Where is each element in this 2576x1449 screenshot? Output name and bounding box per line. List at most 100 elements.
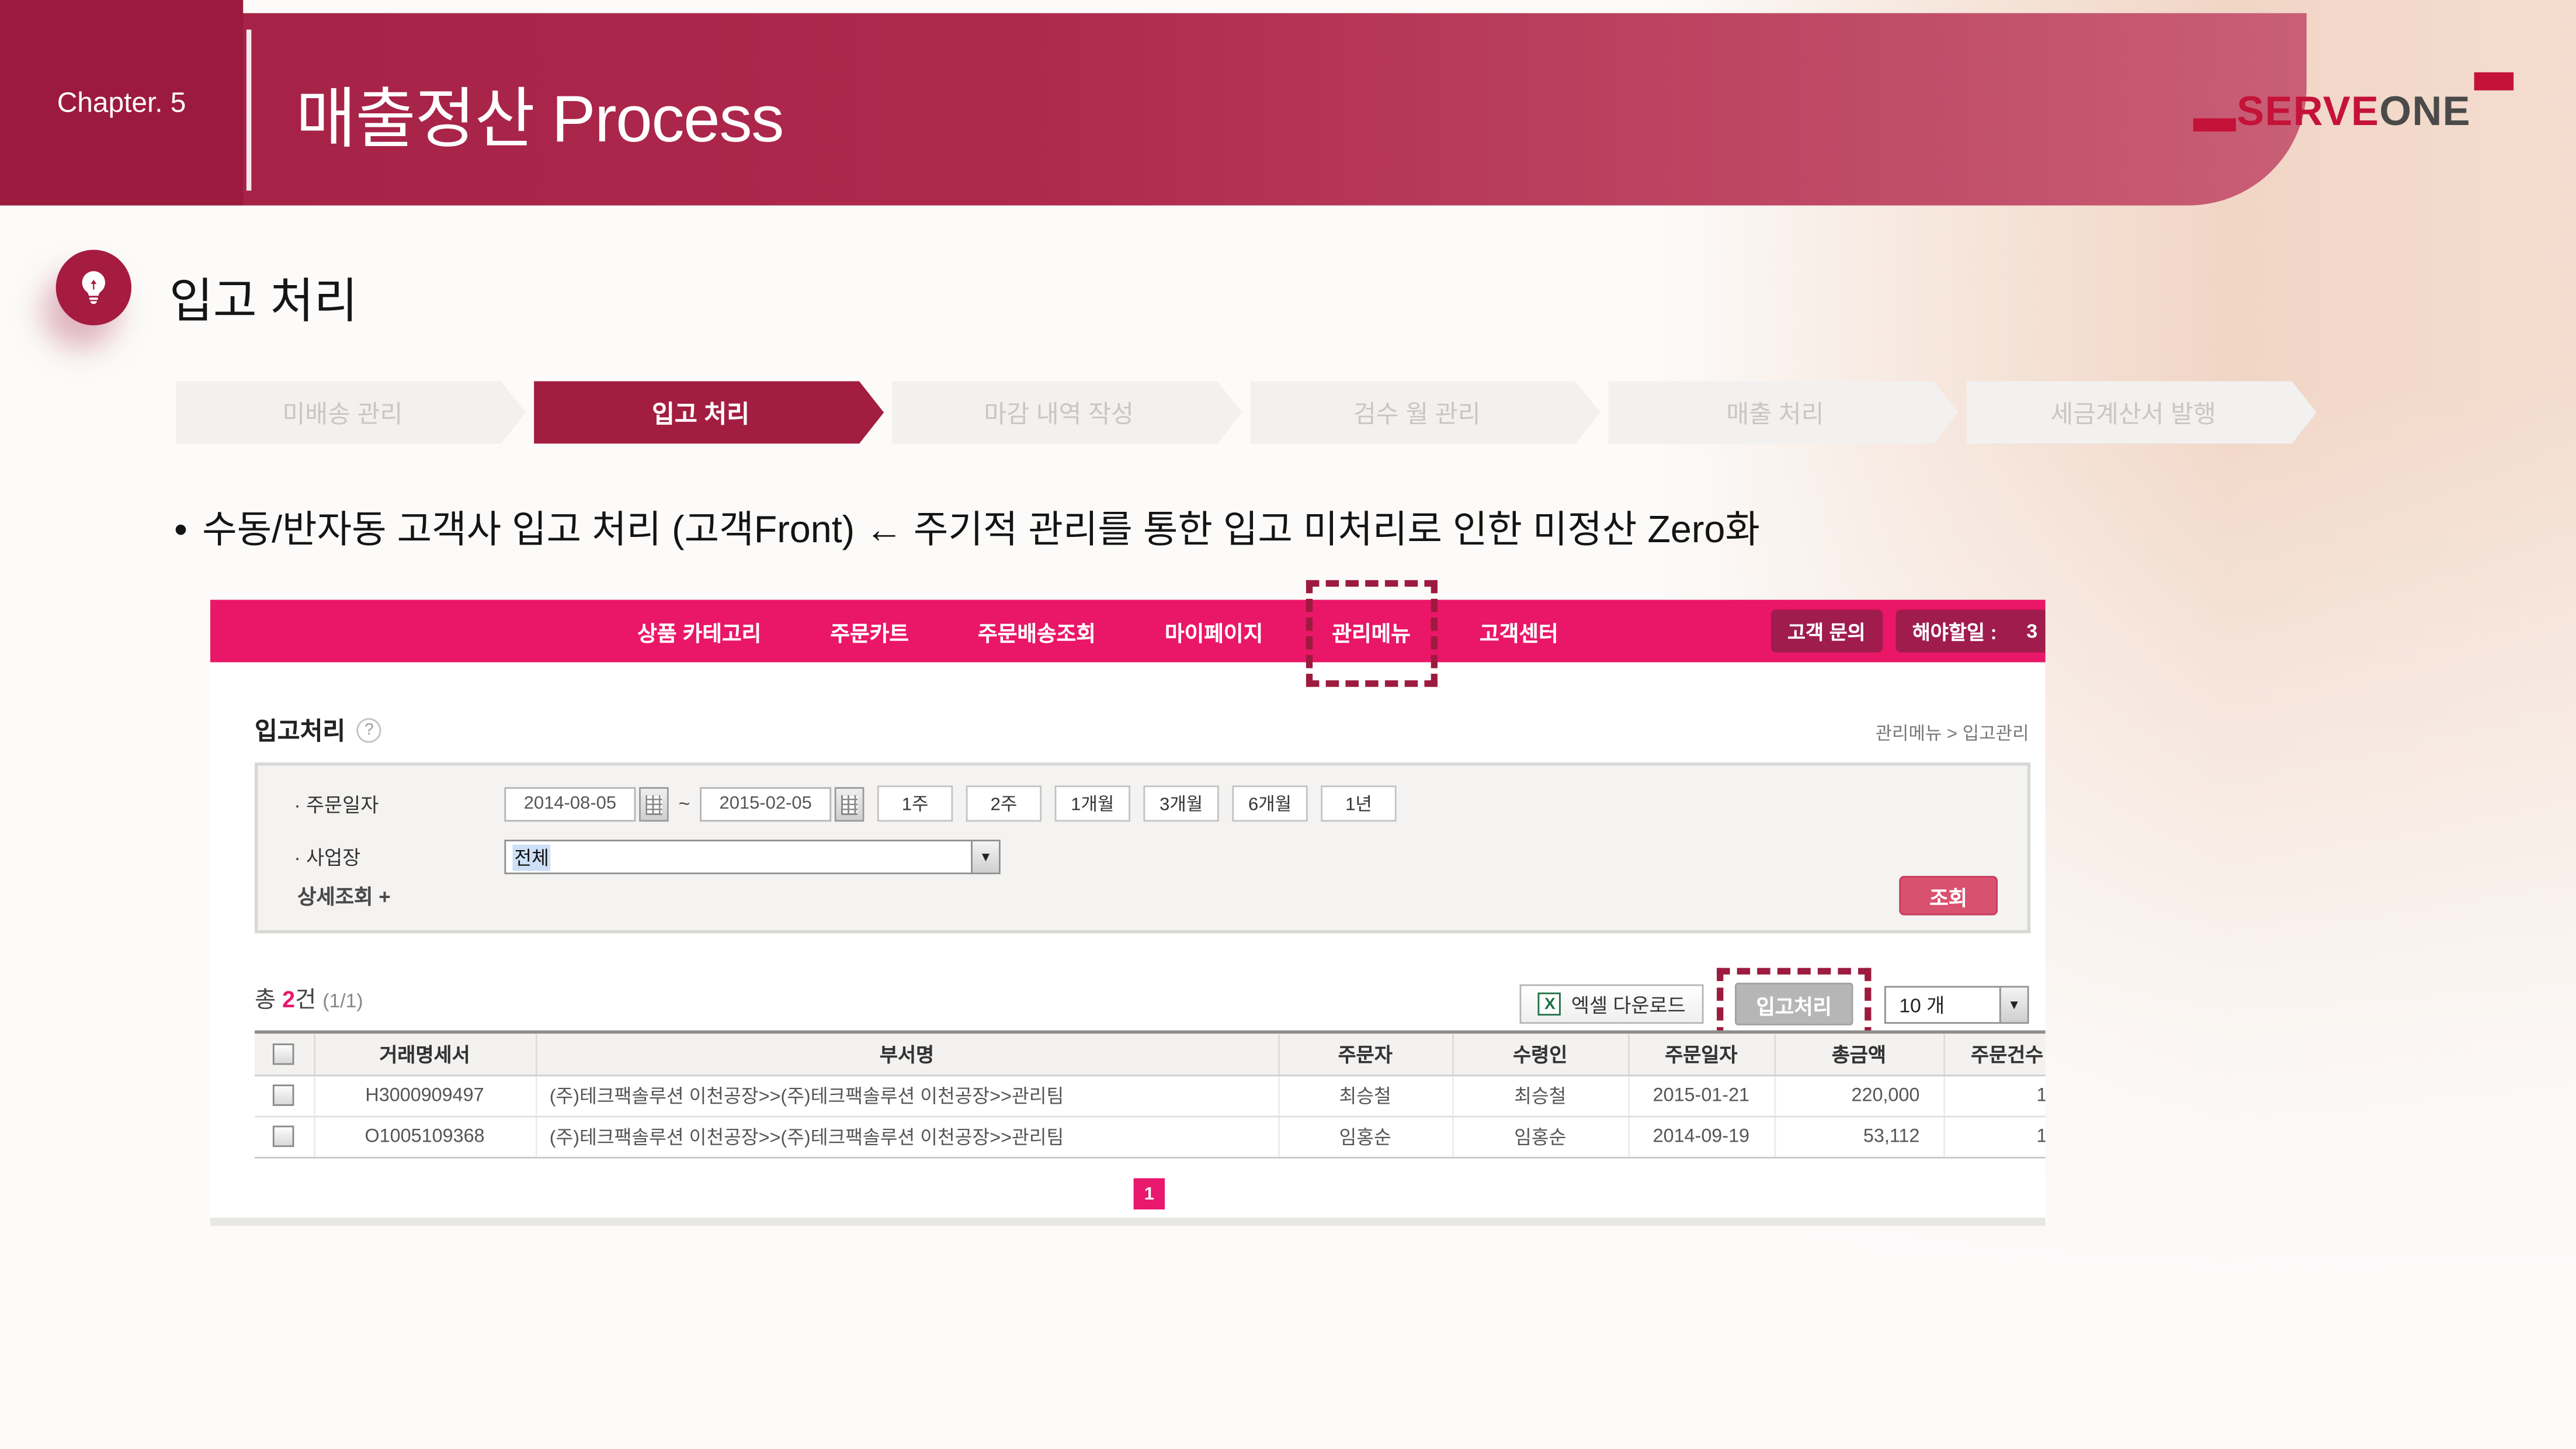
cell-order-count: 1 bbox=[1943, 1074, 2045, 1115]
total-suffix: 건 bbox=[295, 986, 322, 1013]
date-range-tilde: ~ bbox=[679, 792, 690, 815]
cell-department: (주)테크팩솔루션 이천공장>>(주)테크팩솔루션 이천공장>>관리팀 bbox=[536, 1116, 1278, 1157]
column-header-total-amount: 총금액 bbox=[1775, 1032, 1944, 1074]
business-site-select[interactable]: 전체 ▼ bbox=[504, 840, 1000, 874]
calendar-icon[interactable] bbox=[835, 786, 865, 821]
page-size-value: 10 개 bbox=[1899, 990, 1945, 1018]
site-nav-bar: 상품 카테고리 주문카트 주문배송조회 마이페이지 관리메뉴 고객센터 고객 문… bbox=[210, 600, 2046, 663]
cell-department: (주)테크팩솔루션 이천공장>>(주)테크팩솔루션 이천공장>>관리팀 bbox=[536, 1074, 1278, 1115]
cell-order-date: 2015-01-21 bbox=[1628, 1074, 1774, 1115]
todo-count: 3 bbox=[2026, 619, 2037, 642]
excel-download-label: 엑셀 다운로드 bbox=[1571, 990, 1686, 1018]
process-step-unshipped: 미배송 관리 bbox=[176, 382, 526, 444]
cell-total-amount: 220,000 bbox=[1775, 1074, 1944, 1115]
slide: Chapter. 5 매출정산 Process SERVE ONE 입고 처리 … bbox=[0, 0, 2576, 1449]
cell-receiver: 최승철 bbox=[1452, 1074, 1628, 1115]
business-site-value: 전체 bbox=[513, 844, 551, 870]
table-row: H3000909497 (주)테크팩솔루션 이천공장>>(주)테크팩솔루션 이천… bbox=[255, 1074, 2046, 1115]
column-header-order-count: 주문건수 bbox=[1943, 1032, 2045, 1074]
slide-title: 매출정산 Process bbox=[296, 66, 783, 161]
row-checkbox[interactable] bbox=[273, 1084, 295, 1106]
header-divider bbox=[247, 30, 251, 191]
process-flow: 미배송 관리 입고 처리 마감 내역 작성 검수 월 관리 매출 처리 세금계산… bbox=[176, 382, 2317, 444]
period-button-1year[interactable]: 1년 bbox=[1321, 785, 1396, 821]
web-screenshot: 상품 카테고리 주문카트 주문배송조회 마이페이지 관리메뉴 고객센터 고객 문… bbox=[210, 600, 2046, 1226]
logo-underscore-mark bbox=[2192, 119, 2235, 132]
cell-statement-id: O1005109368 bbox=[314, 1116, 536, 1157]
process-step-tax-invoice: 세금계산서 발행 bbox=[1967, 382, 2317, 444]
cell-orderer: 임홍순 bbox=[1278, 1116, 1452, 1157]
order-date-label: · 주문일자 bbox=[294, 789, 504, 817]
select-all-header bbox=[255, 1032, 314, 1074]
period-button-1week[interactable]: 1주 bbox=[877, 785, 953, 821]
nav-item-order-shipping[interactable]: 주문배송조회 bbox=[978, 615, 1096, 646]
column-header-order-date: 주문일자 bbox=[1628, 1032, 1774, 1074]
table-header-row: 거래명세서 부서명 주문자 수령인 주문일자 총금액 주문건수 bbox=[255, 1032, 2046, 1074]
cell-statement-id: H3000909497 bbox=[314, 1074, 536, 1115]
chapter-block: Chapter. 5 bbox=[0, 0, 243, 206]
receive-process-button[interactable]: 입고처리 bbox=[1735, 983, 1853, 1025]
table-row: O1005109368 (주)테크팩솔루션 이천공장>>(주)테크팩솔루션 이천… bbox=[255, 1116, 2046, 1157]
filter-panel: · 주문일자 ~ 1주 2주 1개월 3개월 6개월 1년 · 사업장 전체 ▼ bbox=[255, 762, 2030, 934]
lightbulb-icon bbox=[56, 250, 131, 325]
nav-item-customer-center[interactable]: 고객센터 bbox=[1480, 615, 1558, 646]
page-size-select[interactable]: 10 개 ▼ bbox=[1884, 985, 2029, 1023]
logo-serve-text: SERVE bbox=[2237, 89, 2379, 137]
process-step-receiving: 입고 처리 bbox=[534, 382, 884, 444]
total-count: 2 bbox=[282, 986, 295, 1013]
nav-items: 상품 카테고리 주문카트 주문배송조회 마이페이지 관리메뉴 고객센터 bbox=[637, 615, 1558, 646]
column-header-department: 부서명 bbox=[536, 1032, 1278, 1074]
column-header-statement: 거래명세서 bbox=[314, 1032, 536, 1074]
section-title: 입고 처리 bbox=[169, 263, 358, 332]
date-from-input[interactable] bbox=[504, 786, 636, 821]
detail-search-toggle[interactable]: 상세조회 + bbox=[297, 879, 391, 910]
page-indicator: (1/1) bbox=[322, 989, 363, 1012]
cell-order-date: 2014-09-19 bbox=[1628, 1116, 1774, 1157]
dropdown-arrow-icon[interactable]: ▼ bbox=[971, 841, 999, 872]
business-site-row: · 사업장 전체 ▼ bbox=[294, 840, 1000, 874]
total-prefix: 총 bbox=[255, 986, 282, 1013]
pagination-page-1[interactable]: 1 bbox=[1134, 1178, 1165, 1209]
calendar-icon[interactable] bbox=[639, 786, 669, 821]
dropdown-arrow-icon[interactable]: ▼ bbox=[1999, 987, 2028, 1021]
process-step-closing: 마감 내역 작성 bbox=[892, 382, 1242, 444]
nav-item-product-category[interactable]: 상품 카테고리 bbox=[637, 615, 761, 646]
nav-item-mypage[interactable]: 마이페이지 bbox=[1165, 615, 1263, 646]
help-icon[interactable]: ? bbox=[357, 718, 381, 743]
cell-receiver: 임홍순 bbox=[1452, 1116, 1628, 1157]
page-title: 입고처리 ? bbox=[255, 713, 381, 748]
excel-download-button[interactable]: X 엑셀 다운로드 bbox=[1520, 985, 1704, 1024]
business-site-label: · 사업장 bbox=[294, 843, 504, 871]
nav-item-order-cart[interactable]: 주문카트 bbox=[830, 615, 909, 646]
period-button-3month[interactable]: 3개월 bbox=[1144, 785, 1219, 821]
results-table: 거래명세서 부서명 주문자 수령인 주문일자 총금액 주문건수 H3000909… bbox=[255, 1030, 2046, 1157]
bullet-text: •수동/반자동 고객사 입고 처리 (고객Front) ← 주기적 관리를 통한… bbox=[174, 498, 1760, 554]
process-step-inspection: 검수 월 관리 bbox=[1250, 382, 1600, 444]
bullet-marker: • bbox=[174, 508, 188, 550]
result-summary: 총 2건 (1/1) bbox=[255, 983, 363, 1015]
date-to-input[interactable] bbox=[700, 786, 831, 821]
cell-total-amount: 53,112 bbox=[1775, 1116, 1944, 1157]
todo-label: 해야할일 : bbox=[1912, 617, 1997, 645]
serveone-logo: SERVE ONE bbox=[2192, 89, 2513, 137]
cell-orderer: 최승철 bbox=[1278, 1074, 1452, 1115]
row-checkbox[interactable] bbox=[273, 1126, 295, 1148]
excel-icon: X bbox=[1539, 993, 1561, 1015]
breadcrumb: 관리메뉴 > 입고관리 bbox=[1875, 720, 2029, 746]
period-button-1month[interactable]: 1개월 bbox=[1055, 785, 1130, 821]
period-button-2week[interactable]: 2주 bbox=[966, 785, 1041, 821]
process-step-sales: 매출 처리 bbox=[1608, 382, 1958, 444]
period-button-6month[interactable]: 6개월 bbox=[1232, 785, 1307, 821]
screenshot-bottom-edge bbox=[210, 1218, 2046, 1226]
logo-one-text: ONE bbox=[2379, 89, 2471, 137]
customer-inquiry-button[interactable]: 고객 문의 bbox=[1771, 609, 1882, 652]
receive-button-highlight-annotation: 입고처리 bbox=[1717, 968, 1871, 1041]
todo-button[interactable]: 해야할일 : 3 bbox=[1896, 609, 2046, 652]
order-date-row: · 주문일자 ~ 1주 2주 1개월 3개월 6개월 1년 bbox=[294, 785, 1396, 821]
select-all-checkbox[interactable] bbox=[273, 1044, 295, 1066]
column-header-receiver: 수령인 bbox=[1452, 1032, 1628, 1074]
nav-item-admin-menu[interactable]: 관리메뉴 bbox=[1332, 620, 1411, 645]
search-button[interactable]: 조회 bbox=[1899, 876, 1998, 916]
chapter-label: Chapter. 5 bbox=[57, 86, 186, 119]
cell-order-count: 1 bbox=[1943, 1116, 2045, 1157]
